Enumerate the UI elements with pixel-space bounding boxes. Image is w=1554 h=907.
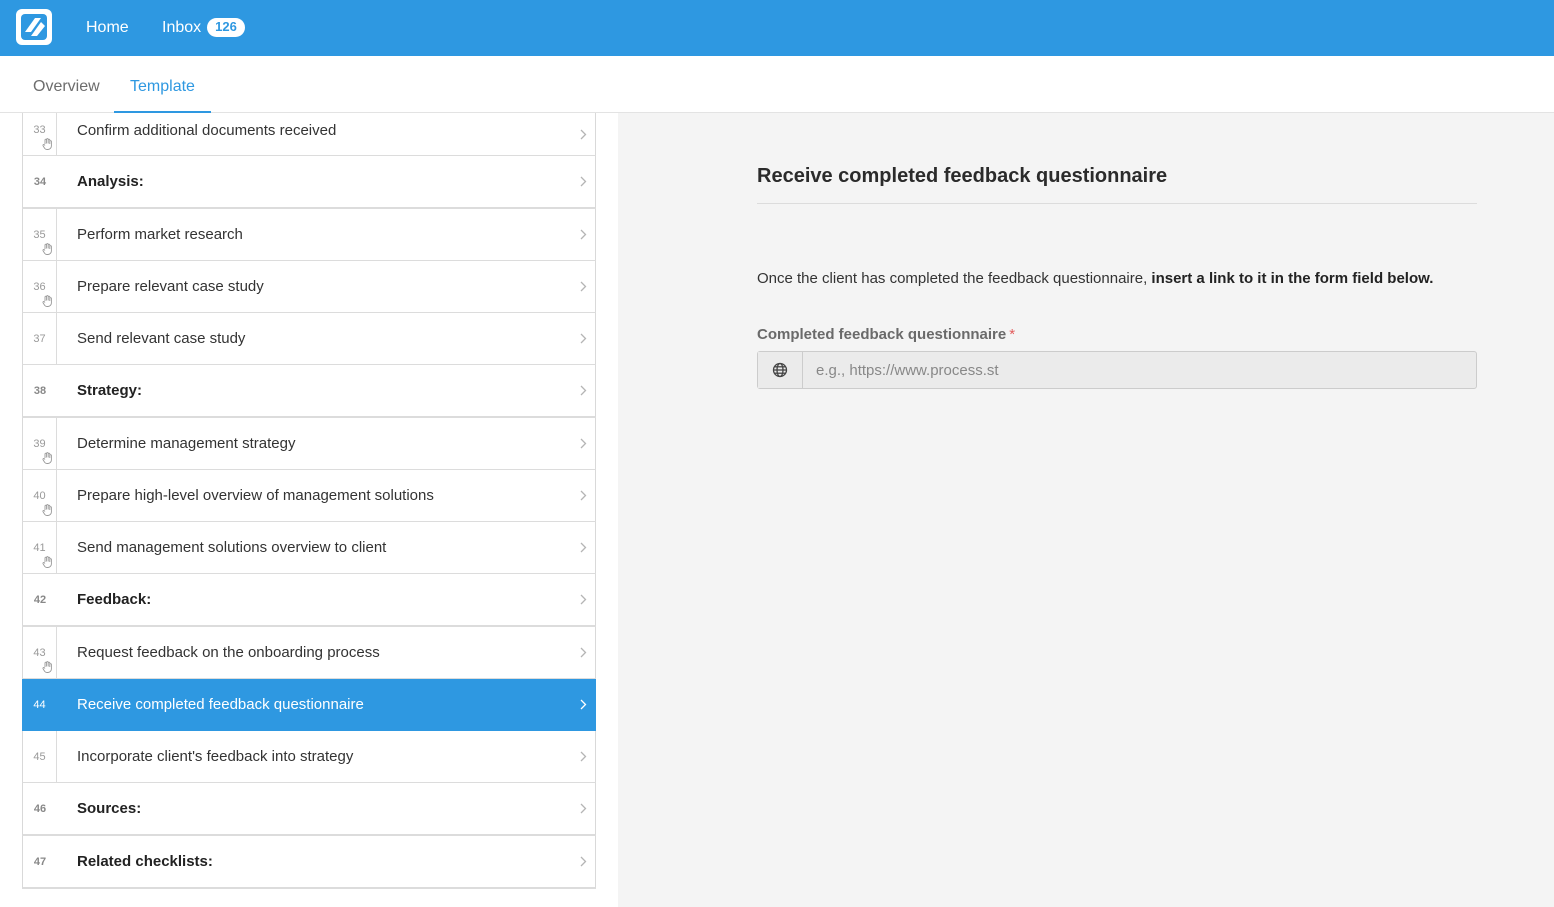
tab-overview[interactable]: Overview	[33, 56, 100, 113]
task-list-pane: 33 Confirm additional documents received 3…	[0, 113, 618, 907]
chevron-right-icon	[580, 418, 587, 469]
inbox-count-badge: 126	[207, 18, 245, 37]
task-row[interactable]: 35 Perform market research	[22, 209, 596, 261]
task-label: Confirm additional documents received	[77, 122, 337, 139]
task-number: 37	[23, 313, 57, 364]
task-heading-row[interactable]: 47 Related checklists:	[22, 836, 596, 889]
task-label: Perform market research	[77, 226, 243, 243]
task-label: Determine management strategy	[77, 435, 296, 452]
task-heading-row[interactable]: 46 Sources:	[22, 783, 596, 836]
task-number: 42	[33, 594, 47, 606]
chevron-right-icon	[580, 156, 587, 207]
chevron-right-icon	[580, 209, 587, 260]
chevron-right-icon	[580, 836, 587, 887]
task-label: Receive completed feedback questionnaire	[77, 696, 364, 713]
tab-template[interactable]: Template	[114, 56, 211, 113]
task-heading-row[interactable]: 34 Analysis:	[22, 156, 596, 209]
url-field-label: Completed feedback questionnaire *	[757, 326, 1015, 343]
task-row[interactable]: 39 Determine management strategy	[22, 418, 596, 470]
title-divider	[757, 203, 1477, 204]
task-number: 47	[33, 856, 47, 868]
task-row[interactable]: 40 Prepare high-level overview of managem…	[22, 470, 596, 522]
inbox-label: Inbox	[162, 19, 202, 36]
instruction-text: Once the client has completed the feedba…	[757, 270, 1152, 287]
template-tabs: Overview Template	[0, 56, 1554, 113]
chevron-right-icon	[580, 261, 587, 312]
task-label: Sources:	[77, 800, 142, 817]
task-row[interactable]: 41 Send management solutions overview to …	[22, 522, 596, 574]
url-field-label-text: Completed feedback questionnaire	[757, 326, 1007, 343]
task-number: 38	[33, 385, 47, 397]
stop-hand-icon	[42, 294, 53, 307]
globe-icon	[758, 352, 803, 388]
task-label: Request feedback on the onboarding proce…	[77, 644, 380, 661]
task-label: Incorporate client's feedback into strat…	[77, 748, 354, 765]
url-input-group	[757, 351, 1477, 389]
task-number: 44	[23, 679, 57, 730]
task-row[interactable]: 45 Incorporate client's feedback into str…	[22, 731, 596, 783]
stop-hand-icon	[42, 451, 53, 464]
task-label: Send relevant case study	[77, 330, 246, 347]
task-row[interactable]: 37 Send relevant case study	[22, 313, 596, 365]
task-label: Strategy:	[77, 382, 143, 399]
chevron-right-icon	[580, 470, 587, 521]
task-heading-row[interactable]: 42 Feedback:	[22, 574, 596, 627]
chevron-right-icon	[580, 365, 587, 416]
task-instruction: Once the client has completed the feedba…	[757, 270, 1433, 287]
url-input[interactable]	[803, 352, 1476, 388]
task-label: Send management solutions overview to cl…	[77, 539, 387, 556]
required-asterisk: *	[1009, 326, 1016, 343]
chevron-right-icon	[580, 313, 587, 364]
task-row[interactable]: 43 Request feedback on the onboarding pro…	[22, 627, 596, 679]
stop-hand-icon	[42, 242, 53, 255]
task-label: Prepare high-level overview of managemen…	[77, 487, 434, 504]
stop-hand-icon	[42, 660, 53, 673]
chevron-right-icon	[580, 731, 587, 782]
task-row[interactable]: 36 Prepare relevant case study	[22, 261, 596, 313]
instruction-bold-text: insert a link to it in the form field be…	[1151, 270, 1434, 287]
task-row[interactable]: 33 Confirm additional documents received	[22, 113, 596, 156]
nav-inbox-link[interactable]: Inbox 126	[162, 0, 245, 56]
chevron-right-icon	[580, 627, 587, 678]
nav-home-link[interactable]: Home	[86, 0, 129, 56]
chevron-right-icon	[580, 574, 587, 625]
task-title: Receive completed feedback questionnaire	[757, 165, 1168, 187]
task-number: 45	[23, 731, 57, 782]
chevron-right-icon	[580, 113, 587, 155]
task-label: Analysis:	[77, 173, 144, 190]
stop-hand-icon	[42, 555, 53, 568]
task-row[interactable]: 44 Receive completed feedback questionnai…	[22, 679, 596, 731]
chevron-right-icon	[580, 679, 587, 730]
task-heading-row[interactable]: 38 Strategy:	[22, 365, 596, 418]
task-number: 46	[33, 803, 47, 815]
task-label: Feedback:	[77, 591, 152, 608]
stop-hand-icon	[42, 137, 53, 150]
process-street-logo-icon[interactable]	[16, 9, 52, 45]
task-label: Related checklists:	[77, 853, 213, 870]
chevron-right-icon	[580, 783, 587, 834]
task-detail-pane: Receive completed feedback questionnaire…	[618, 113, 1554, 907]
task-label: Prepare relevant case study	[77, 278, 264, 295]
task-number: 34	[33, 176, 47, 188]
top-navbar: Home Inbox 126	[0, 0, 1554, 56]
chevron-right-icon	[580, 522, 587, 573]
stop-hand-icon	[42, 503, 53, 516]
task-list: 33 Confirm additional documents received 3…	[22, 113, 596, 889]
